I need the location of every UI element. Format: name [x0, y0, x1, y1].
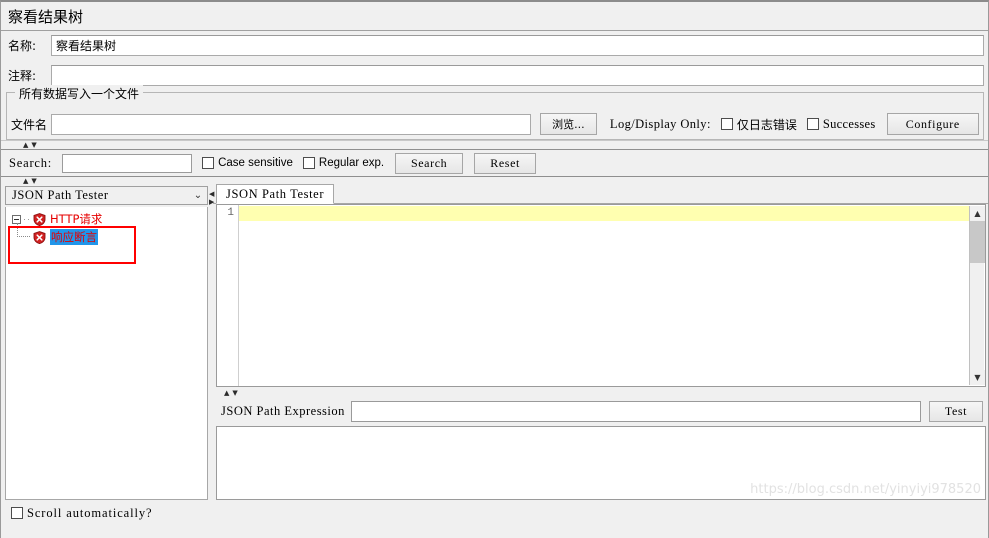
editor-vertical-scrollbar[interactable]: ▲ ▼ — [969, 206, 985, 385]
search-label: Search: — [9, 155, 53, 170]
tree-node-label: HTTP请求 — [50, 212, 103, 226]
reset-button[interactable]: Reset — [474, 152, 537, 174]
split-divider-left[interactable]: ▲▼ — [1, 177, 201, 186]
line-number: 1 — [227, 207, 234, 219]
code-area[interactable] — [239, 205, 985, 386]
view-results-tree-window: 察看结果树 名称: 察看结果树 注释: 所有数据写入一个文件 文件名 浏览...… — [0, 0, 989, 538]
scroll-automatically-label: Scroll automatically? — [27, 505, 153, 520]
left-panel: JSON Path Tester ⌄ ·· HTTP请求 响应断言 Scroll… — [5, 186, 208, 534]
window-title-bar: 察看结果树 — [1, 2, 988, 31]
case-sensitive-checkbox[interactable] — [202, 157, 215, 169]
search-button[interactable]: Search — [395, 152, 464, 174]
tree-elbow-icon — [17, 223, 30, 237]
successes-label: Successes — [822, 116, 876, 131]
filename-label: 文件名 — [11, 117, 48, 132]
split-divider-right[interactable]: ▲▼ — [216, 388, 986, 397]
name-row: 名称: 察看结果树 — [1, 32, 988, 59]
json-path-result-area[interactable]: https://blog.csdn.net/yinyiyi978520 — [216, 426, 986, 500]
comment-label: 注释: — [8, 69, 37, 83]
regular-exp-checkbox[interactable] — [302, 157, 315, 169]
file-row: 文件名 浏览... Log/Display Only: 仅日志错误 Succes… — [7, 109, 983, 139]
errors-only-checkbox-wrap[interactable]: 仅日志错误 — [720, 116, 797, 133]
split-arrows-icon[interactable]: ▲▼ — [23, 142, 40, 149]
regular-exp-label: Regular exp. — [318, 157, 385, 169]
log-display-only-label: Log/Display Only: — [609, 116, 711, 131]
search-bar: Search: Case sensitive Regular exp. Sear… — [1, 149, 988, 177]
scroll-automatically-checkbox[interactable] — [11, 507, 23, 519]
search-input[interactable] — [62, 153, 193, 173]
json-path-expression-label: JSON Path Expression — [221, 403, 345, 418]
page-title: 察看结果树 — [8, 7, 84, 26]
scroll-down-icon[interactable]: ▼ — [970, 370, 985, 385]
filename-input[interactable] — [51, 113, 531, 135]
successes-checkbox-wrap[interactable]: Successes — [806, 116, 876, 132]
json-path-expression-input[interactable] — [350, 400, 921, 422]
scroll-automatically-checkbox-wrap[interactable]: Scroll automatically? — [5, 502, 208, 524]
current-line-highlight — [239, 206, 985, 221]
successes-checkbox[interactable] — [806, 118, 819, 130]
browse-button[interactable]: 浏览... — [539, 113, 597, 135]
renderer-selected-label: JSON Path Tester — [12, 188, 109, 202]
split-arrows-left-icon[interactable]: ▲▼ — [23, 178, 40, 185]
error-shield-icon — [33, 212, 46, 226]
tree-row[interactable]: ·· HTTP请求 — [6, 210, 207, 228]
json-path-expression-row: JSON Path Expression Test — [216, 397, 986, 425]
tree-row[interactable]: 响应断言 — [6, 223, 207, 246]
case-sensitive-checkbox-wrap[interactable]: Case sensitive — [202, 157, 293, 169]
scrollbar-thumb[interactable] — [970, 221, 985, 263]
scroll-up-icon[interactable]: ▲ — [970, 206, 985, 221]
write-all-data-to-file-group: 所有数据写入一个文件 文件名 浏览... Log/Display Only: 仅… — [6, 85, 984, 140]
case-sensitive-label: Case sensitive — [218, 157, 293, 169]
tab-json-path-tester[interactable]: JSON Path Tester — [216, 184, 335, 204]
name-label: 名称: — [8, 39, 37, 53]
name-input[interactable]: 察看结果树 — [51, 35, 984, 56]
errors-only-checkbox[interactable] — [720, 118, 733, 130]
configure-button[interactable]: Configure — [886, 113, 979, 135]
error-shield-icon — [33, 230, 46, 244]
comment-row: 注释: — [1, 62, 988, 89]
group-legend: 所有数据写入一个文件 — [15, 85, 144, 102]
results-split-area: ▲▼ JSON Path Tester ⌄ ·· HTTP请求 响应断言 Scr… — [1, 177, 988, 538]
regular-exp-checkbox-wrap[interactable]: Regular exp. — [302, 157, 385, 169]
errors-only-label: 仅日志错误 — [736, 117, 797, 132]
renderer-dropdown[interactable]: JSON Path Tester ⌄ — [5, 186, 208, 205]
line-number-gutter: 1 — [217, 205, 239, 386]
right-panel: JSON Path Tester 1 ▲ ▼ ▲▼ JSON Path Expr… — [213, 178, 988, 538]
watermark-text: https://blog.csdn.net/yinyiyi978520 — [750, 482, 981, 497]
test-button[interactable]: Test — [929, 400, 983, 422]
sample-result-tree[interactable]: ·· HTTP请求 响应断言 — [5, 207, 208, 500]
response-editor[interactable]: 1 ▲ ▼ — [216, 204, 986, 387]
comment-input[interactable] — [51, 65, 984, 86]
chevron-down-icon[interactable]: ⌄ — [189, 190, 207, 201]
split-arrows-right-icon[interactable]: ▲▼ — [224, 389, 241, 397]
tab-strip: JSON Path Tester — [213, 184, 988, 204]
tree-node-label: 响应断言 — [50, 229, 98, 245]
